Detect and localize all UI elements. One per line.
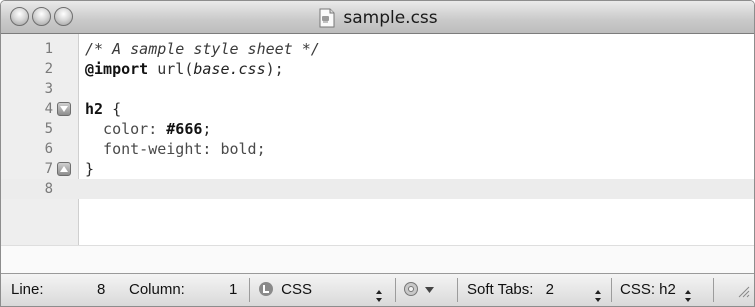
symbol-label: CSS: h2 [620, 281, 676, 298]
language-label: CSS [281, 281, 313, 298]
language-icon [259, 282, 273, 296]
code-line[interactable]: 1 /* A sample style sheet */ [1, 39, 754, 59]
code-token: #666 [166, 120, 203, 138]
code-token: @import [85, 60, 149, 78]
actions-menu-button[interactable] [403, 274, 453, 306]
popup-arrows-icon [375, 283, 383, 302]
column-value: 1 [229, 281, 238, 298]
popup-arrows-icon [594, 283, 602, 302]
line-number: 2 [44, 61, 53, 77]
horizontal-scroll-area[interactable] [1, 245, 754, 273]
title-bar[interactable]: sample.css [1, 1, 754, 34]
soft-tabs-popup[interactable]: Soft Tabs: 2 [467, 274, 607, 306]
code-line[interactable]: 3 [1, 79, 754, 99]
code-line[interactable]: 2 @import url(base.css); [1, 59, 754, 79]
line-number: 3 [44, 81, 53, 97]
code-line[interactable]: 4 h2 { [1, 99, 754, 119]
language-popup[interactable]: CSS [259, 274, 385, 306]
column-label: Column: [129, 281, 185, 298]
gear-icon [403, 277, 419, 306]
line-label: Line: [11, 281, 44, 298]
soft-tabs-value: 2 [545, 281, 554, 298]
chevron-down-icon [425, 274, 435, 306]
fold-collapse-icon[interactable] [57, 102, 71, 116]
code-line[interactable]: 5 color: #666; [1, 119, 754, 139]
code-editor[interactable]: 1 /* A sample style sheet */ 2 @import url(… [1, 34, 754, 245]
line-number: 8 [44, 181, 53, 197]
line-number: 4 [44, 101, 53, 117]
line-number: 5 [44, 121, 53, 137]
code-text: color: #666; [85, 119, 211, 139]
code-line[interactable]: 6 font-weight: bold; [1, 139, 754, 159]
code-token: base.css [193, 60, 266, 78]
code-text: @import url(base.css); [85, 59, 284, 79]
code-text: } [85, 159, 94, 179]
window-title: sample.css [343, 7, 438, 28]
code-token: h2 [85, 100, 104, 118]
code-line[interactable]: 8 [1, 179, 754, 199]
line-number: 1 [44, 41, 53, 57]
code-text: /* A sample style sheet */ [85, 39, 320, 59]
line-number: 6 [44, 141, 53, 157]
document-proxy-icon[interactable] [317, 7, 337, 29]
popup-arrows-icon [684, 283, 692, 302]
symbol-popup[interactable]: CSS: h2 [620, 274, 710, 306]
code-text: font-weight: bold; [85, 139, 266, 159]
editor-window: sample.css 1 /* A sample style sheet */ 2 @… [0, 0, 755, 307]
code-token: url( [148, 60, 194, 78]
soft-tabs-label: Soft Tabs: [467, 281, 534, 298]
code-token: color: [85, 120, 167, 138]
line-value: 8 [97, 281, 106, 298]
code-token: font-weight: bold; [85, 140, 266, 158]
code-line[interactable]: 7} [1, 159, 754, 179]
line-number: 7 [44, 161, 53, 177]
code-token: ); [265, 60, 284, 78]
resize-grip-icon[interactable] [736, 284, 750, 302]
code-token: /* A sample style sheet */ [85, 40, 320, 58]
code-token: ; [202, 120, 212, 138]
code-token: { [103, 100, 122, 118]
code-text: h2 { [85, 99, 121, 119]
status-bar: Line: 8 Column: 1 CSS Soft Tabs: 2 CSS: … [1, 273, 754, 306]
fold-expand-icon[interactable] [57, 162, 71, 176]
code-token: } [85, 160, 95, 178]
